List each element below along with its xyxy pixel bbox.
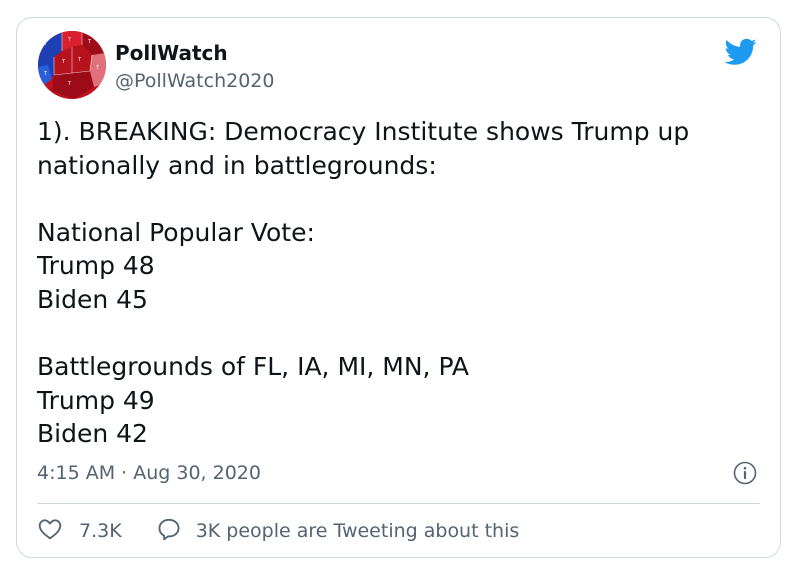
- tweet-actions: 7.3K 3K people are Tweeting about this: [37, 516, 519, 546]
- avatar[interactable]: TT TT TT TT: [38, 31, 106, 99]
- divider: [37, 503, 760, 504]
- tweeting-about-text: 3K people are Tweeting about this: [195, 520, 520, 542]
- tweeting-about-link[interactable]: 3K people are Tweeting about this: [156, 516, 520, 547]
- like-count: 7.3K: [79, 520, 122, 542]
- info-icon[interactable]: [733, 461, 757, 485]
- tweet-timestamp[interactable]: 4:15 AM · Aug 30, 2020: [37, 460, 261, 486]
- user-handle[interactable]: @PollWatch2020: [115, 68, 274, 94]
- speech-bubble-icon: [156, 516, 182, 547]
- like-button[interactable]: 7.3K: [37, 516, 122, 547]
- twitter-bird-icon[interactable]: [724, 38, 757, 66]
- display-name[interactable]: PollWatch: [115, 40, 228, 66]
- tweet-text: 1). BREAKING: Democracy Institute shows …: [37, 117, 690, 449]
- tweet-card[interactable]: TT TT TT TT PollWatch @PollWatch2020 1).…: [16, 17, 781, 558]
- heart-icon: [37, 516, 63, 547]
